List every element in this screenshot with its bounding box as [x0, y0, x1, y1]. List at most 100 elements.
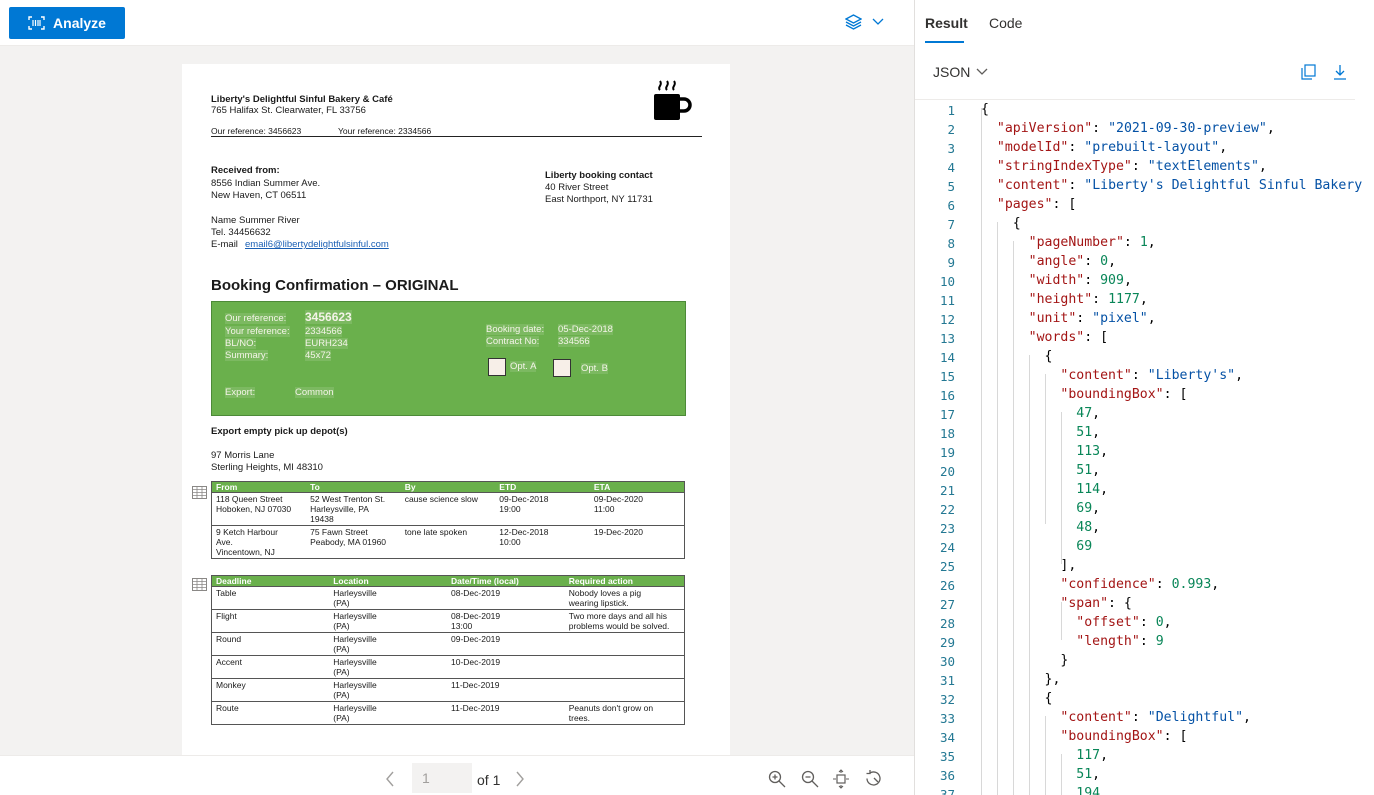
line-number: 29: [939, 635, 955, 650]
table-cell: 75 Fawn Street Peabody, MA 01960: [306, 525, 401, 559]
header-divider: [211, 136, 702, 137]
table-cell: Harleysville (PA): [329, 678, 447, 702]
line-number: 30: [939, 654, 955, 669]
line-number: 20: [939, 464, 955, 479]
line-number: 28: [939, 616, 955, 631]
table-header-cell: Date/Time (local): [447, 575, 565, 587]
email-link[interactable]: email6@libertydelightfulsinful.com: [245, 239, 389, 251]
opt-a-label: Opt. A: [510, 361, 537, 372]
code-line: "modelId": "prebuilt-layout",: [996, 140, 1228, 155]
table-cell: Peanuts don't grow on trees.: [564, 701, 685, 725]
code-line: "boundingBox": [: [1060, 387, 1188, 402]
line-number: 5: [947, 179, 955, 194]
table-cell: [564, 678, 685, 702]
our-ref-label: Our reference:: [225, 313, 287, 324]
tab-result[interactable]: Result: [925, 15, 968, 31]
code-line: "content": "Liberty's",: [1060, 368, 1244, 383]
table-cell: 09-Dec-2020 11:00: [589, 492, 685, 526]
line-number: 4: [947, 160, 955, 175]
table-cell: [564, 632, 685, 656]
copy-icon[interactable]: [1301, 64, 1316, 80]
table-header-cell: ETD: [495, 481, 590, 493]
zoom-in-icon[interactable]: [768, 770, 786, 788]
table-cell: Harleysville (PA): [329, 632, 447, 656]
table-header-cell: Location: [329, 575, 447, 587]
table-cell: 19-Dec-2020: [589, 525, 685, 559]
layers-dropdown[interactable]: [845, 14, 884, 30]
code-line: 51,: [1076, 767, 1101, 782]
json-viewer[interactable]: 1 {2 "apiVersion": "2021-09-30-preview", 3…: [915, 100, 1374, 795]
toolbar: Analyze: [0, 0, 914, 46]
line-number: 7: [947, 217, 955, 232]
opt-a-checkbox: [488, 358, 506, 376]
line-number: 19: [939, 445, 955, 460]
code-line: {: [981, 349, 1053, 364]
code-line: ],: [981, 558, 1077, 573]
table-cell: Harleysville (PA): [329, 586, 447, 610]
line-number: 12: [939, 312, 955, 327]
received-line2: New Haven, CT 06511: [211, 190, 307, 201]
table-row: 9 Ketch Harbour Ave. Vincentown, NJ 75 Fawn…: [211, 525, 685, 559]
chevron-down-icon: [976, 68, 988, 75]
table-header-cell: By: [400, 481, 496, 493]
rotate-icon[interactable]: [864, 769, 883, 788]
format-dropdown[interactable]: JSON: [933, 64, 988, 80]
line-number: 17: [939, 407, 955, 422]
tab-code[interactable]: Code: [989, 15, 1022, 31]
document-viewer[interactable]: Liberty's Delightful Sinful Bakery & Caf…: [0, 46, 914, 755]
line-number: 37: [939, 787, 955, 795]
analyze-button[interactable]: Analyze: [9, 7, 125, 39]
depot-label: Export empty pick up depot(s): [211, 426, 348, 437]
code-line: {: [981, 216, 1021, 231]
code-line: 69,: [1076, 501, 1101, 516]
line-number: 31: [939, 673, 955, 688]
table-row: Table Harleysville (PA) 08-Dec-2019 Nobody l…: [211, 586, 685, 610]
table-cell: 11-Dec-2019: [447, 678, 565, 702]
deadline-table: Deadline Location Date/Time (local) Require…: [211, 575, 685, 725]
line-number: 9: [947, 255, 955, 270]
document-page: Liberty's Delightful Sinful Bakery & Caf…: [182, 64, 730, 755]
code-line: "words": [: [1028, 330, 1109, 345]
shipping-table: From To By ETD ETA 118 Queen Street Hoboken, …: [211, 481, 685, 559]
email-label: E-mail: [211, 239, 238, 250]
summary-value: 45x72: [305, 350, 331, 361]
table-cell: tone late spoken: [400, 525, 496, 559]
table-cell: Harleysville (PA): [329, 701, 447, 725]
code-line: },: [981, 672, 1061, 687]
table-cell: Round: [211, 632, 330, 656]
table-row: Monkey Harleysville (PA) 11-Dec-2019: [211, 678, 685, 702]
contact-label: Liberty booking contact: [545, 170, 653, 181]
table-cell: 9 Ketch Harbour Ave. Vincentown, NJ: [211, 525, 307, 559]
code-line: "unit": "pixel",: [1028, 311, 1156, 326]
table-cell: Nobody loves a pig wearing lipstick.: [564, 586, 685, 610]
active-tab-indicator: [925, 41, 964, 43]
table-cell: Accent: [211, 655, 330, 679]
code-line: "content": "Delightful",: [1060, 710, 1251, 725]
blno-value: EURH234: [305, 338, 348, 349]
code-line: 114,: [1076, 482, 1109, 497]
download-icon[interactable]: [1333, 64, 1347, 80]
company-address: 765 Halifax St. Clearwater, FL 33756: [211, 105, 366, 116]
table-cell: Route: [211, 701, 330, 725]
ocr-scan-icon: [28, 16, 45, 30]
pager-bar: of 1: [0, 755, 914, 795]
line-number: 27: [939, 597, 955, 612]
line-number: 18: [939, 426, 955, 441]
chevron-right-icon[interactable]: [515, 771, 525, 787]
fit-page-icon[interactable]: [832, 769, 850, 789]
code-line: "pageNumber": 1,: [1028, 235, 1156, 250]
code-line: 117,: [1076, 748, 1109, 763]
code-line: {: [981, 691, 1053, 706]
results-panel: Result Code JSON 1{2 "apiVersion": "2021…: [914, 0, 1374, 795]
zoom-out-icon[interactable]: [801, 770, 819, 788]
table-row: Flight Harleysville (PA) 08-Dec-2019 13:00 Tw…: [211, 609, 685, 633]
line-number: 35: [939, 749, 955, 764]
page-number-input[interactable]: [412, 763, 472, 793]
line-number: 32: [939, 692, 955, 707]
opt-b-label: Opt. B: [581, 363, 608, 374]
code-line: "stringIndexType": "textElements",: [996, 159, 1267, 174]
chevron-left-icon[interactable]: [385, 771, 395, 787]
table-header-cell: ETA: [589, 481, 685, 493]
code-line: "offset": 0,: [1076, 615, 1172, 630]
table-header-cell: To: [306, 481, 401, 493]
